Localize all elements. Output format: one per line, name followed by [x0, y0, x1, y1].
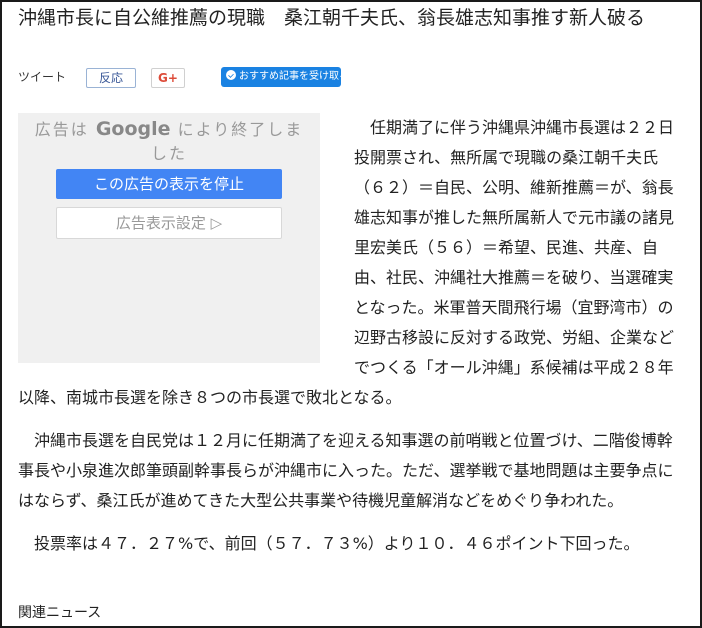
related-news-heading[interactable]: 関連ニュース [18, 602, 101, 622]
social-bar: ツイート 反応 G+ おすすめ記事を受け取る [18, 66, 418, 88]
check-icon [226, 70, 236, 80]
reaction-button[interactable]: 反応 [86, 68, 136, 88]
tweet-link[interactable]: ツイート [18, 68, 66, 85]
google-plus-button[interactable]: G+ [151, 68, 185, 88]
article-body: 任期満了に伴う沖縄県沖縄市長選は２２日投開票され、無所属で現職の桑江朝千夫氏（６… [18, 113, 682, 559]
article-title: 沖縄市長に自公維推薦の現職 桑江朝千夫氏、翁長雄志知事推す新人破る [18, 7, 646, 29]
article-frame: 沖縄市長に自公維推薦の現職 桑江朝千夫氏、翁長雄志知事推す新人破る ツイート 反… [0, 0, 702, 628]
article-paragraph-3: 投票率は４７．２７%で、前回（５７．７３%）より１０．４６ポイント下回った。 [34, 534, 640, 553]
follow-label: おすすめ記事を受け取る [239, 71, 349, 82]
article-paragraph-2: 沖縄市長選を自民党は１２月に任期満了を迎える知事選の前哨戦と位置づけ、二階俊博幹… [18, 431, 674, 510]
follow-recommend-button[interactable]: おすすめ記事を受け取る [221, 67, 349, 87]
ad-float-spacer [18, 113, 336, 363]
